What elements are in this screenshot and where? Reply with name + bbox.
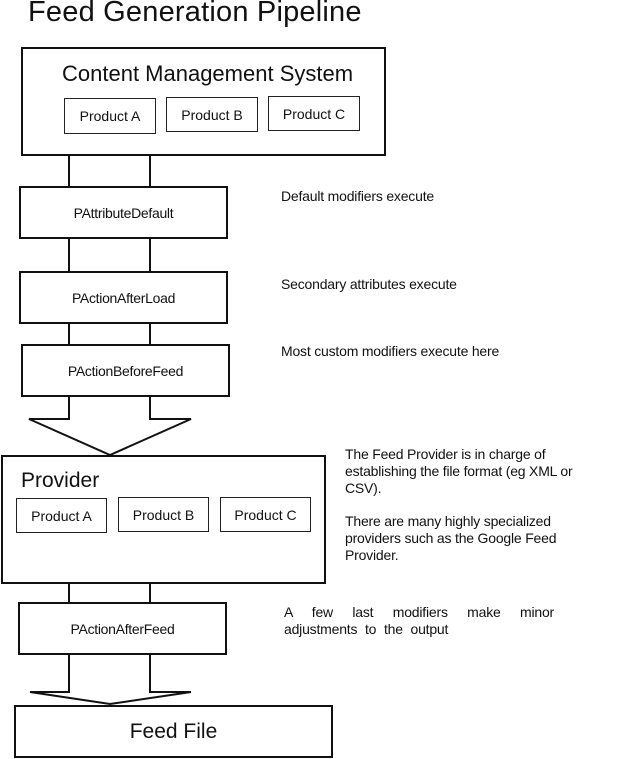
provider-product-b: Product B <box>118 497 209 532</box>
provider-title: Provider <box>21 469 100 492</box>
cms-product-b: Product B <box>166 97 258 132</box>
after-feed-note: A few last modifiers make minor adjustme… <box>284 604 554 637</box>
stage-note: Most custom modifiers execute here <box>281 343 500 359</box>
stage-note: Secondary attributes execute <box>281 276 457 292</box>
arrow-to-provider <box>28 397 192 457</box>
cms-product-a: Product A <box>64 98 156 134</box>
provider-product-a: Product A <box>16 498 107 533</box>
arrow-to-feed-file <box>29 654 192 706</box>
cms-box: Content Management System Product A Prod… <box>21 47 386 156</box>
stage-pactionbeforefeed: PActionBeforeFeed <box>21 344 230 397</box>
provider-box: Provider Product A Product B Product C <box>1 455 326 584</box>
stage-note: Default modifiers execute <box>281 188 434 204</box>
stage-pactionafterfeed: PActionAfterFeed <box>18 602 227 655</box>
page-title: Feed Generation Pipeline <box>28 0 362 28</box>
stage-pactionafterload: PActionAfterLoad <box>19 271 228 324</box>
provider-product-c: Product C <box>220 497 311 532</box>
feed-file-box: Feed File <box>14 705 333 758</box>
stage-pattributedefault: PAttributeDefault <box>19 186 228 239</box>
cms-product-c: Product C <box>268 96 360 131</box>
cms-title: Content Management System <box>62 61 354 86</box>
provider-note-format: The Feed Provider is in charge of establ… <box>345 446 573 496</box>
provider-note-specialized: There are many highly specialized provid… <box>345 513 557 563</box>
